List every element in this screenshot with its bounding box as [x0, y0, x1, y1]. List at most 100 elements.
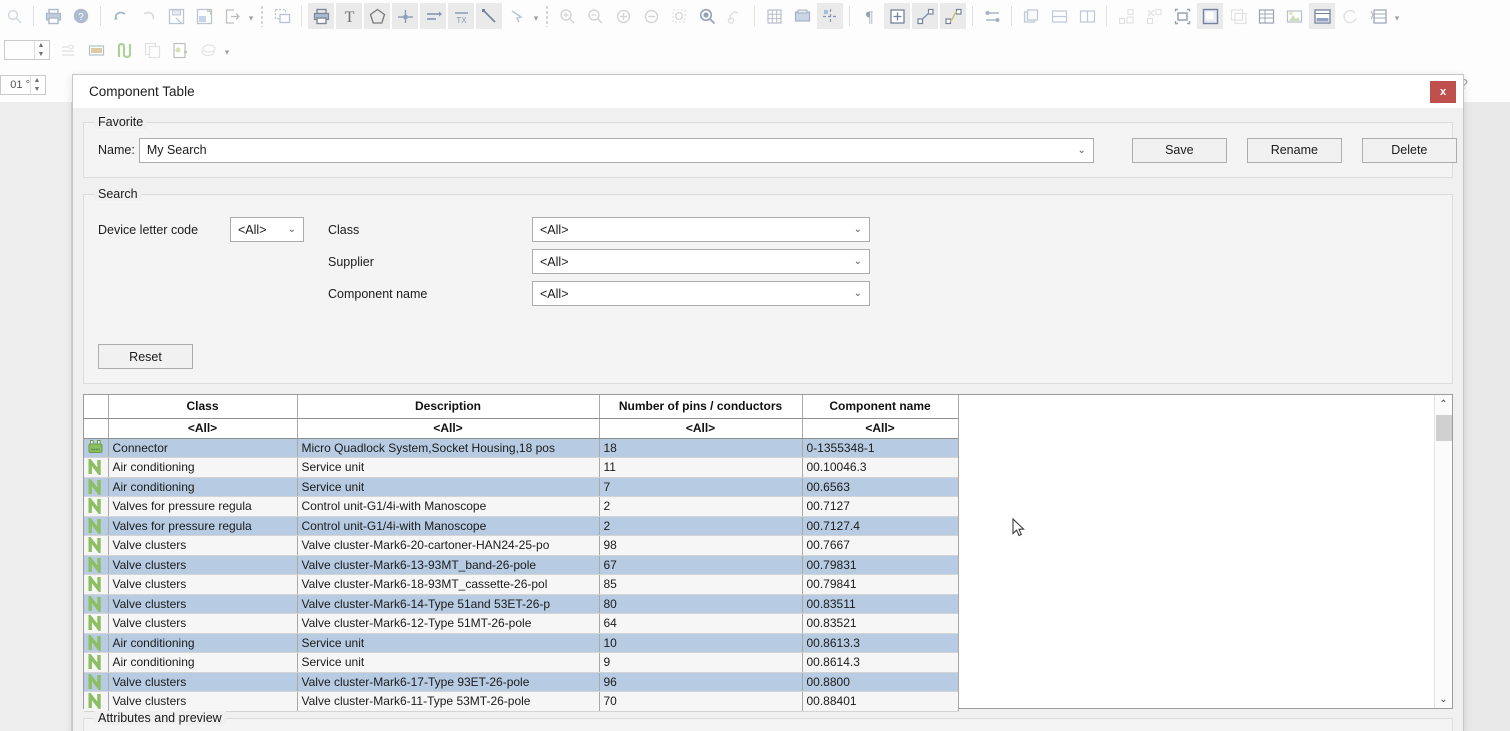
insert-frame-icon[interactable] — [884, 3, 910, 29]
cell-description[interactable]: Service unit — [297, 457, 600, 478]
cell-component-name[interactable]: 00.8613.3 — [802, 633, 959, 653]
undo-icon[interactable] — [107, 3, 133, 29]
filter-cell[interactable]: <All> — [108, 418, 298, 439]
print-icon[interactable] — [40, 3, 66, 29]
cell-class[interactable]: Connector — [108, 438, 298, 458]
zoom-out-icon[interactable] — [582, 3, 608, 29]
select-area-icon[interactable] — [269, 3, 295, 29]
toolbar-dropdown-caret[interactable]: ▾ — [531, 4, 541, 28]
cell-class[interactable]: Air conditioning — [108, 652, 298, 673]
cell-description[interactable]: Control unit-G1/4i-with Manoscope — [297, 496, 600, 517]
filter-cell[interactable]: <All> — [802, 418, 959, 439]
table-row[interactable]: Air conditioning Service unit 11 00.10046.3 — [84, 457, 959, 478]
split-horizontal-icon[interactable] — [1046, 3, 1072, 29]
dimension-tool-icon[interactable] — [392, 3, 418, 29]
cell-component-name[interactable]: 00.79831 — [802, 555, 959, 575]
cell-class[interactable]: Valve clusters — [108, 613, 298, 634]
polyline-green-icon[interactable] — [111, 37, 137, 63]
chevron-down-icon[interactable]: ⌄ — [854, 218, 862, 241]
table-row[interactable]: Valve clusters Valve cluster-Mark6-14-Typ… — [84, 594, 959, 614]
table-row[interactable]: Valve clusters Valve cluster-Mark6-11-Typ… — [84, 691, 959, 712]
cell-component-name[interactable]: 0-1355348-1 — [802, 438, 959, 458]
column-header-description[interactable]: Description — [297, 395, 600, 419]
cell-description[interactable]: Valve cluster-Mark6-18-93MT_cassette-26-… — [297, 574, 600, 595]
grid-data-icon[interactable] — [1253, 3, 1279, 29]
search-small-icon[interactable] — [1, 3, 27, 29]
cell-component-name[interactable]: 00.6563 — [802, 477, 959, 497]
table-row[interactable]: Valve clusters Valve cluster-Mark6-20-car… — [84, 535, 959, 556]
group-icon[interactable] — [1113, 3, 1139, 29]
color-swatch-icon[interactable] — [83, 37, 109, 63]
cell-class[interactable]: Valve clusters — [108, 555, 298, 575]
image-icon[interactable] — [1281, 3, 1307, 29]
cell-description[interactable]: Control unit-G1/4i-with Manoscope — [297, 516, 600, 536]
pan-icon[interactable] — [722, 3, 748, 29]
rename-button[interactable]: Rename — [1246, 137, 1342, 163]
connector-line-icon[interactable] — [979, 3, 1005, 29]
toolbar-dropdown-caret[interactable]: ▾ — [222, 38, 232, 62]
component-name-combo[interactable]: <All> ⌄ — [532, 281, 870, 306]
table-row[interactable]: Valves for pressure regula Control unit-G… — [84, 496, 959, 517]
cell-pins[interactable]: 10 — [599, 633, 803, 653]
vertical-scrollbar[interactable]: ⌃ ⌄ — [1434, 395, 1452, 708]
cell-class[interactable]: Air conditioning — [108, 477, 298, 497]
grid-icon[interactable] — [761, 3, 787, 29]
cell-description[interactable]: Valve cluster-Mark6-11-Type 53MT-26-pole — [297, 691, 600, 712]
cell-class[interactable]: Valve clusters — [108, 594, 298, 614]
paragraph-icon[interactable]: ¶ — [856, 3, 882, 29]
line-tool-icon[interactable] — [476, 3, 502, 29]
cell-pins[interactable]: 7 — [599, 477, 803, 497]
spin-arrows[interactable]: ▲ ▼ — [30, 76, 43, 94]
spin-arrows[interactable]: ▲ ▼ — [34, 41, 47, 59]
cell-pins[interactable]: 2 — [599, 516, 803, 536]
redo-icon[interactable] — [135, 3, 161, 29]
cell-pins[interactable]: 11 — [599, 457, 803, 478]
cell-pins[interactable]: 96 — [599, 672, 803, 692]
toolbar-dropdown-caret[interactable]: ▾ — [246, 4, 256, 28]
reset-button[interactable]: Reset — [98, 344, 193, 369]
cell-pins[interactable]: 9 — [599, 652, 803, 673]
cell-description[interactable]: Valve cluster-Mark6-14-Type 51and 53ET-2… — [297, 594, 600, 614]
cell-pins[interactable]: 18 — [599, 438, 803, 458]
cell-description[interactable]: Service unit — [297, 477, 600, 497]
print-area-icon[interactable] — [308, 3, 334, 29]
split-vertical-icon[interactable] — [1074, 3, 1100, 29]
angle-spin-box[interactable]: 01 ° ▲ ▼ — [0, 75, 46, 95]
cell-class[interactable]: Valve clusters — [108, 535, 298, 556]
cell-class[interactable]: Valves for pressure regula — [108, 496, 298, 517]
snap-grid-icon[interactable] — [817, 3, 843, 29]
refresh-icon[interactable] — [1337, 3, 1363, 29]
filter-cell-icon[interactable] — [84, 418, 109, 439]
stack-icon[interactable] — [1018, 3, 1044, 29]
zoom-plus-icon[interactable] — [610, 3, 636, 29]
cell-pins[interactable]: 80 — [599, 594, 803, 614]
node-move-icon[interactable] — [912, 3, 938, 29]
help-circle-icon[interactable]: ? — [68, 3, 94, 29]
delete-button[interactable]: Delete — [1361, 137, 1457, 163]
window-icon[interactable] — [1197, 3, 1223, 29]
toolbar-spin-box-1[interactable]: ▲ ▼ — [4, 40, 50, 60]
cell-description[interactable]: Valve cluster-Mark6-20-cartoner-HAN24-25… — [297, 535, 600, 556]
cell-description[interactable]: Micro Quadlock System,Socket Housing,18 … — [297, 438, 600, 458]
cell-class[interactable]: Valve clusters — [108, 691, 298, 712]
column-header-component-name[interactable]: Component name — [802, 395, 959, 419]
arrow-tool-icon[interactable] — [504, 3, 530, 29]
cell-pins[interactable]: 85 — [599, 574, 803, 595]
cell-component-name[interactable]: 00.88401 — [802, 691, 959, 712]
supplier-combo[interactable]: <All> ⌄ — [532, 249, 870, 274]
text-tool-icon[interactable]: T — [336, 3, 362, 29]
insert-page-icon[interactable] — [167, 37, 193, 63]
class-combo[interactable]: <All> ⌄ — [532, 217, 870, 242]
toolbar-grip[interactable] — [545, 5, 549, 27]
zoom-in-icon[interactable] — [554, 3, 580, 29]
dialog-titlebar[interactable]: Component Table x — [73, 75, 1463, 108]
scrollbar-thumb[interactable] — [1435, 415, 1452, 441]
scrollbar-track[interactable] — [1435, 413, 1453, 690]
table-row[interactable]: Valve clusters Valve cluster-Mark6-12-Typ… — [84, 613, 959, 634]
frame-select-icon[interactable] — [1169, 3, 1195, 29]
chevron-up-icon[interactable]: ⌃ — [1435, 395, 1453, 413]
cell-description[interactable]: Valve cluster-Mark6-17-Type 93ET-26-pole — [297, 672, 600, 692]
save-as-icon[interactable] — [163, 3, 189, 29]
export-icon[interactable] — [219, 3, 245, 29]
cell-component-name[interactable]: 00.8614.3 — [802, 652, 959, 673]
